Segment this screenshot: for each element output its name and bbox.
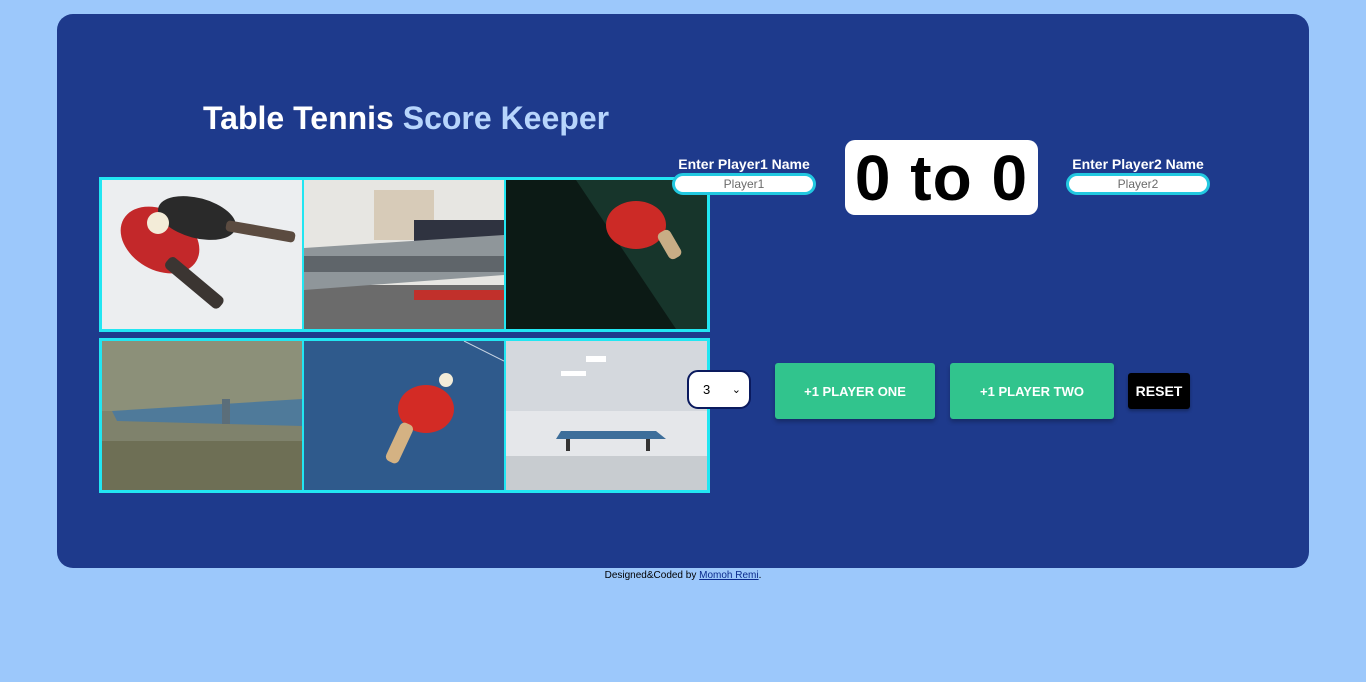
player1-score: 0	[854, 141, 892, 214]
winning-score-select[interactable]: 3 ⌄	[687, 370, 751, 409]
main-card: Table Tennis Score Keeper	[57, 14, 1309, 568]
player2-name-group: Enter Player2 Name	[1063, 156, 1213, 195]
player2-score: 0	[991, 141, 1029, 214]
player-two-score-button[interactable]: +1 PLAYER TWO	[950, 363, 1114, 419]
white-room-table-photo	[504, 341, 707, 490]
footer-suffix: .	[758, 570, 762, 581]
page-title: Table Tennis Score Keeper	[203, 100, 609, 137]
reset-button[interactable]: RESET	[1128, 373, 1190, 409]
winning-score-value: 3	[703, 382, 711, 397]
photo-gallery	[99, 177, 710, 499]
author-link[interactable]: Momoh Remi	[699, 570, 758, 581]
chevron-down-icon: ⌄	[731, 384, 741, 396]
gallery-row-top	[99, 177, 710, 332]
player2-name-label: Enter Player2 Name	[1072, 156, 1204, 172]
footer-credit: Designed&Coded by	[604, 570, 697, 581]
footer: Designed&Coded by Momoh Remi.	[0, 570, 1366, 581]
paddles-and-ball-photo	[102, 180, 302, 329]
paddle-on-green-photo	[504, 180, 707, 329]
title-accent: Score Keeper	[402, 100, 610, 136]
title-main: Table Tennis	[203, 100, 394, 136]
paddle-on-blue-photo	[302, 341, 504, 490]
player2-name-input[interactable]	[1066, 173, 1210, 195]
player-one-score-button[interactable]: +1 PLAYER ONE	[775, 363, 935, 419]
living-room-table-photo	[302, 180, 504, 329]
score-separator: to	[910, 141, 973, 214]
gallery-row-bottom	[99, 338, 710, 493]
player1-name-label: Enter Player1 Name	[678, 156, 810, 172]
scoreboard: 0 to 0	[845, 140, 1038, 215]
player1-name-input[interactable]	[672, 173, 816, 195]
player1-name-group: Enter Player1 Name	[669, 156, 819, 195]
blurred-table-photo	[102, 341, 302, 490]
